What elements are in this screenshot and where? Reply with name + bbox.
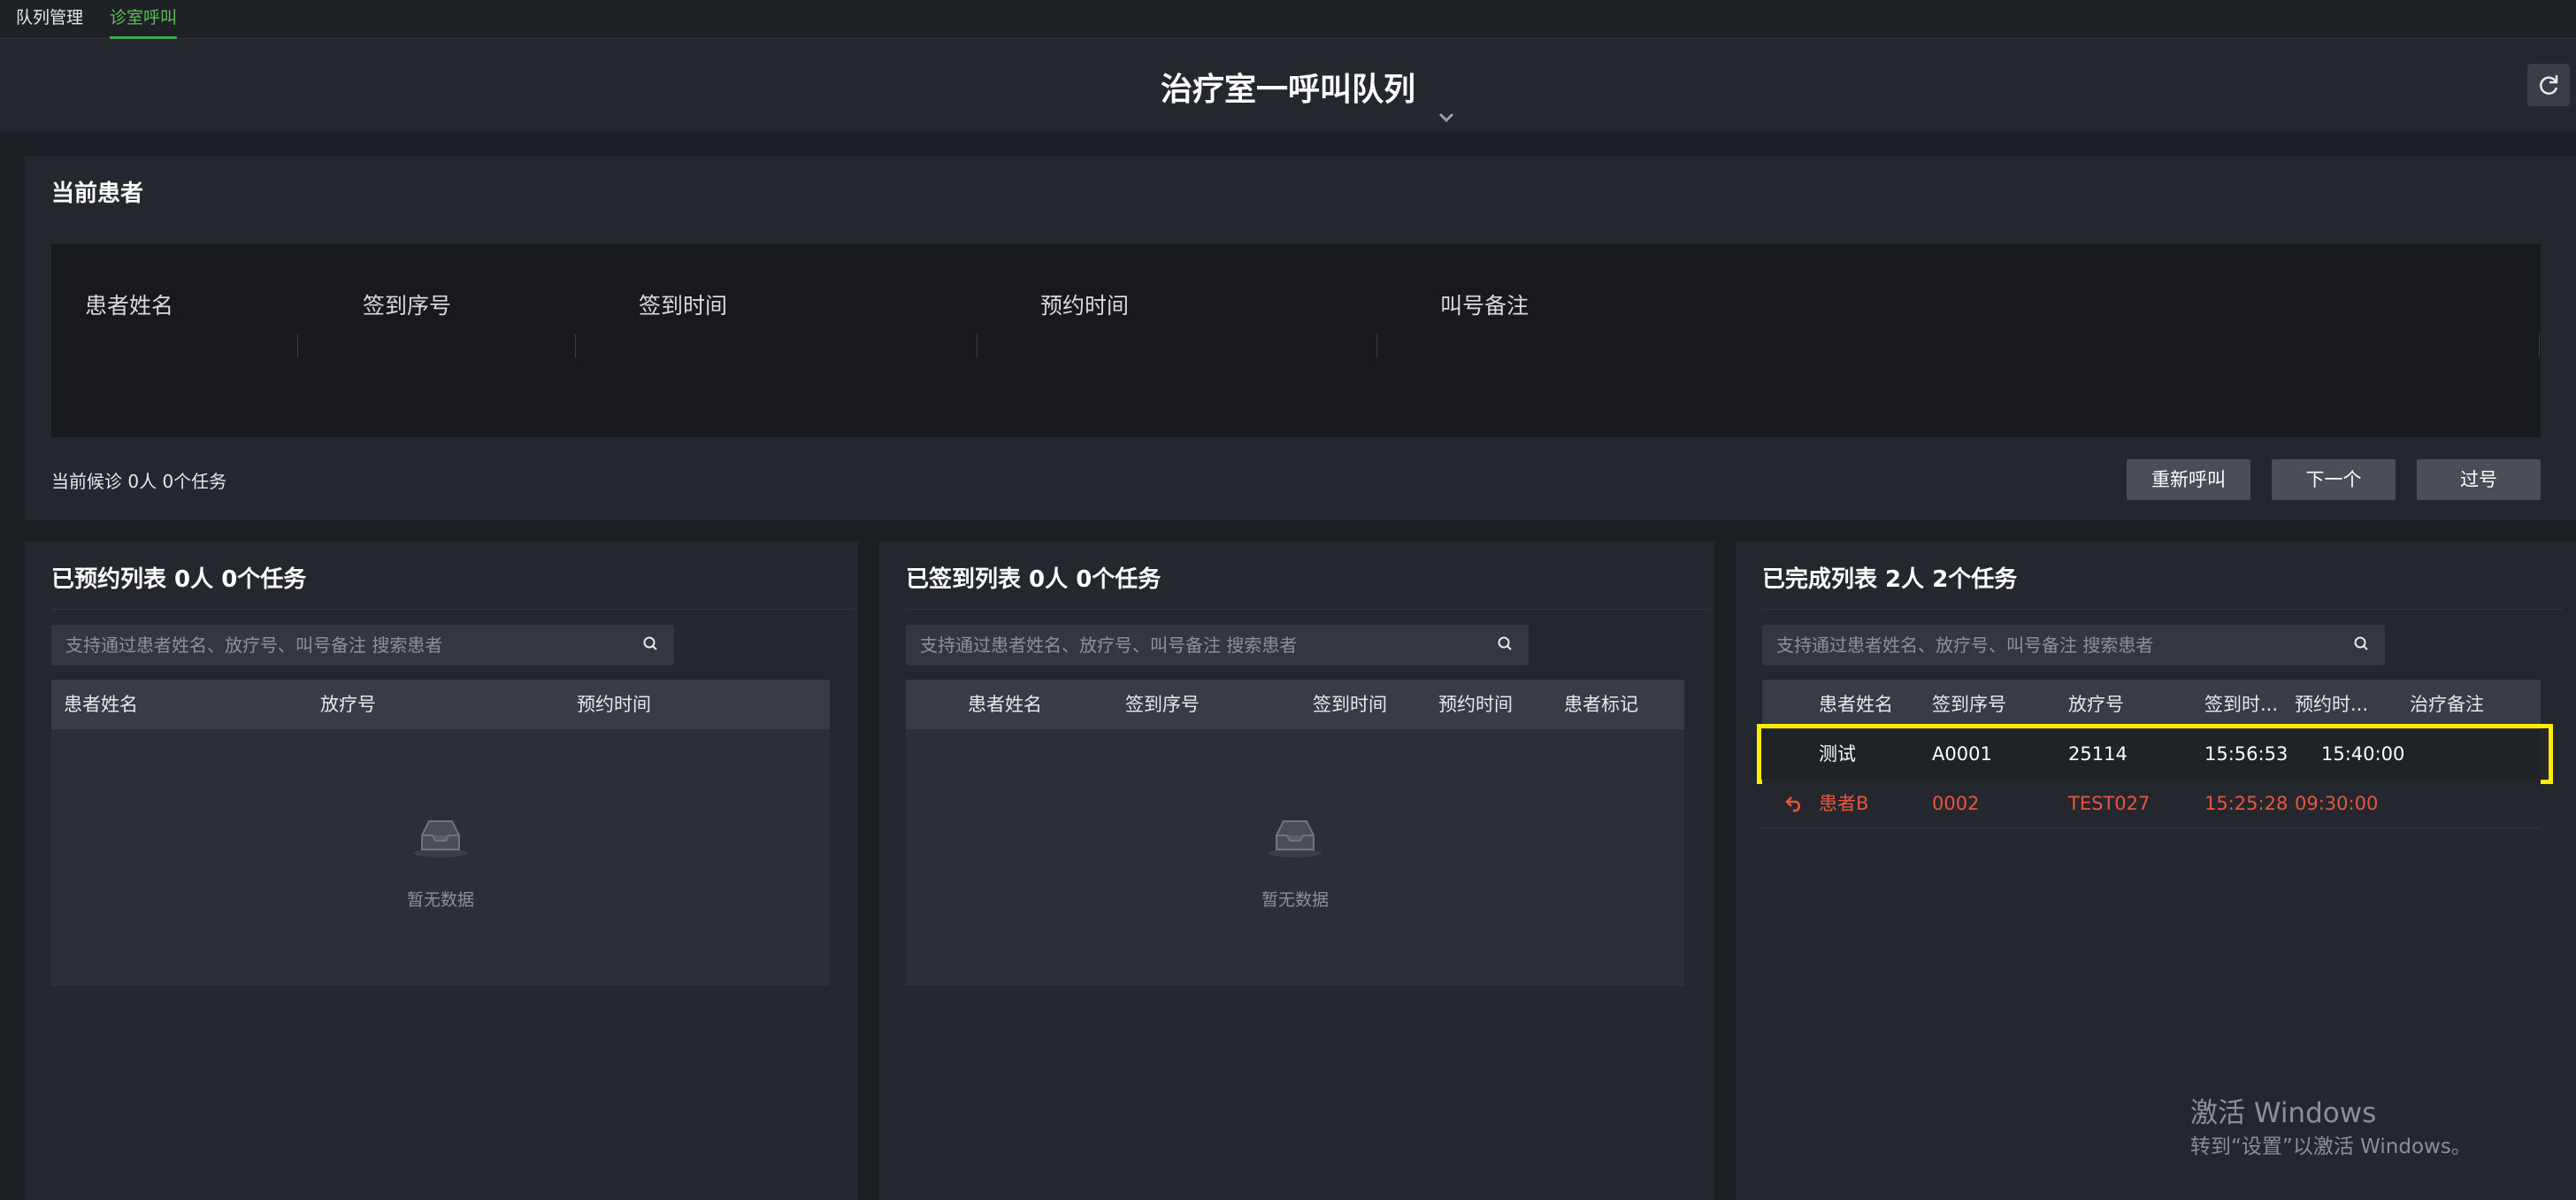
divider <box>906 609 1709 610</box>
column-checkin-seq: 签到序号 <box>1932 694 2006 715</box>
checked-in-search-input[interactable]: 支持通过患者姓名、放疗号、叫号备注 搜索患者 <box>906 625 1529 665</box>
column-patient-name: 患者姓名 <box>85 293 174 319</box>
page-title: 治疗室一呼叫队列 <box>1160 72 1415 108</box>
column-divider <box>575 335 576 358</box>
top-tab-bar: 队列管理 诊室呼叫 <box>0 0 2576 39</box>
completed-table-header: 患者姓名 签到序号 放疗号 签到时... 预约时... 治疗备注 <box>1762 680 2541 729</box>
column-appointment-time: 预约时... <box>2295 694 2369 715</box>
column-divider <box>1376 335 1377 358</box>
checked-in-table-body: 暂无数据 <box>906 729 1684 986</box>
column-divider <box>297 335 298 358</box>
column-appointment-time: 预约时间 <box>1438 694 1513 715</box>
table-row[interactable]: 患者B 0002 TEST027 15:25:28 09:30:00 <box>1762 779 2541 828</box>
column-call-note: 叫号备注 <box>1440 293 1530 319</box>
current-patient-title: 当前患者 <box>51 181 144 207</box>
activation-watermark-subtitle: 转到“设置”以激活 Windows。 <box>2190 1135 2472 1158</box>
column-divider <box>977 335 978 358</box>
column-appointment-time: 预约时间 <box>577 694 651 715</box>
search-icon[interactable] <box>642 635 660 653</box>
completed-search-input[interactable]: 支持通过患者姓名、放疗号、叫号备注 搜索患者 <box>1762 625 2385 665</box>
empty-inbox-icon <box>414 820 467 858</box>
appointment-time: 09:30:00 <box>2295 793 2379 814</box>
column-checkin-seq: 签到序号 <box>363 293 452 319</box>
tab-clinic-call[interactable]: 诊室呼叫 <box>110 0 178 39</box>
booked-search-input[interactable]: 支持通过患者姓名、放疗号、叫号备注 搜索患者 <box>51 625 674 665</box>
skip-button[interactable]: 过号 <box>2417 459 2541 500</box>
column-patient-name: 患者姓名 <box>968 694 1042 715</box>
divider <box>51 609 855 610</box>
column-appointment-time: 预约时间 <box>1040 293 1130 319</box>
chevron-down-icon[interactable] <box>1437 108 1456 127</box>
next-button[interactable]: 下一个 <box>2272 459 2396 500</box>
refresh-button[interactable] <box>2527 64 2570 106</box>
search-placeholder: 支持通过患者姓名、放疗号、叫号备注 搜索患者 <box>1776 635 2154 656</box>
undo-icon[interactable] <box>1785 795 1805 812</box>
divider <box>1762 609 2564 610</box>
column-patient-name: 患者姓名 <box>64 694 138 715</box>
booked-list-title: 已预约列表 0人 0个任务 <box>51 566 307 593</box>
booked-list-panel: 已预约列表 0人 0个任务 支持通过患者姓名、放疗号、叫号备注 搜索患者 患者姓… <box>25 542 858 1200</box>
rt-number: TEST027 <box>2068 793 2150 814</box>
booked-table-header: 患者姓名 放疗号 预约时间 <box>51 680 830 729</box>
empty-text: 暂无数据 <box>1261 890 1329 910</box>
search-icon[interactable] <box>1497 635 1514 653</box>
activation-watermark-title: 激活 Windows <box>2190 1097 2377 1129</box>
column-checkin-seq: 签到序号 <box>1125 694 1200 715</box>
search-icon[interactable] <box>2353 635 2371 653</box>
column-checkin-time: 签到时间 <box>1313 694 1387 715</box>
completed-list-panel: 已完成列表 2人 2个任务 支持通过患者姓名、放疗号、叫号备注 搜索患者 患者姓… <box>1736 542 2576 1200</box>
column-rt-number: 放疗号 <box>320 694 376 715</box>
checked-in-list-title: 已签到列表 0人 0个任务 <box>906 566 1162 593</box>
refresh-icon <box>2540 75 2558 95</box>
waiting-count: 当前候诊 0人 0个任务 <box>51 471 227 492</box>
current-patient-table: 患者姓名 签到序号 签到时间 预约时间 叫号备注 <box>51 244 2541 437</box>
page-header: 治疗室一呼叫队列 <box>0 39 2576 133</box>
column-checkin-time: 签到时间 <box>639 293 728 319</box>
checkin-time: 15:25:28 <box>2204 793 2288 814</box>
tab-queue-management[interactable]: 队列管理 <box>16 0 83 39</box>
patient-name: 患者B <box>1819 793 1869 814</box>
column-treatment-note: 治疗备注 <box>2410 694 2484 715</box>
search-placeholder: 支持通过患者姓名、放疗号、叫号备注 搜索患者 <box>920 635 1298 656</box>
empty-inbox-icon <box>1269 820 1322 858</box>
checked-in-table-header: 患者姓名 签到序号 签到时间 预约时间 患者标记 <box>906 680 1684 729</box>
completed-list-title: 已完成列表 2人 2个任务 <box>1762 566 2018 593</box>
checkin-seq: 0002 <box>1932 793 1980 814</box>
column-patient-name: 患者姓名 <box>1819 694 1893 715</box>
search-placeholder: 支持通过患者姓名、放疗号、叫号备注 搜索患者 <box>65 635 443 656</box>
checked-in-list-panel: 已签到列表 0人 0个任务 支持通过患者姓名、放疗号、叫号备注 搜索患者 患者姓… <box>879 542 1714 1200</box>
column-divider <box>2539 335 2540 358</box>
column-patient-mark: 患者标记 <box>1564 694 1638 715</box>
column-rt-number: 放疗号 <box>2068 694 2124 715</box>
empty-text: 暂无数据 <box>406 890 474 910</box>
column-checkin-time: 签到时... <box>2204 694 2279 715</box>
booked-table-body: 暂无数据 <box>51 729 830 986</box>
recall-button[interactable]: 重新呼叫 <box>2127 459 2250 500</box>
row-highlight-box <box>1757 724 2553 784</box>
